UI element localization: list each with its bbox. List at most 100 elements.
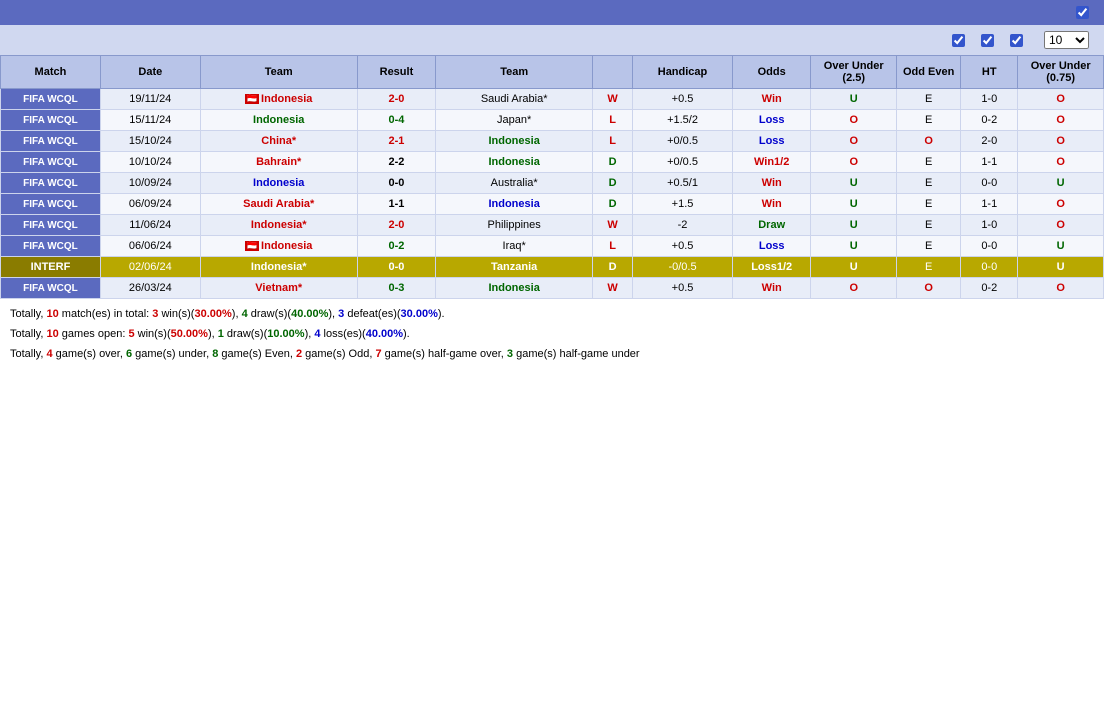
result-cell: 0-4	[357, 110, 435, 131]
team1-cell: Indonesia*	[200, 215, 357, 236]
wdl-cell: L	[593, 110, 633, 131]
table-row: FIFA WCQL15/11/24Indonesia0-4Japan*L+1.5…	[1, 110, 1104, 131]
result-cell: 2-2	[357, 152, 435, 173]
ht-cell: 0-0	[961, 257, 1018, 278]
team2-cell: Indonesia	[436, 278, 593, 299]
wdl-cell: D	[593, 173, 633, 194]
date-cell: 11/06/24	[100, 215, 200, 236]
team2-cell: Indonesia	[436, 152, 593, 173]
wdl-cell: D	[593, 194, 633, 215]
ou075-cell: U	[1018, 236, 1104, 257]
odds-cell: Win	[732, 278, 810, 299]
match-type-cell: FIFA WCQL	[1, 110, 101, 131]
team1-cell: Indonesia	[200, 110, 357, 131]
ou075-cell: O	[1018, 194, 1104, 215]
interf-checkbox[interactable]	[952, 34, 965, 47]
fifa-wcql-checkbox[interactable]	[981, 34, 994, 47]
summary-section: Totally, 10 match(es) in total: 3 win(s)…	[0, 299, 1104, 370]
result-cell: 0-0	[357, 257, 435, 278]
wdl-cell: L	[593, 236, 633, 257]
team1-cell: China*	[200, 131, 357, 152]
interf-filter	[952, 34, 969, 47]
team2-cell: Indonesia	[436, 131, 593, 152]
team2-cell: Japan*	[436, 110, 593, 131]
ht-cell: 0-2	[961, 278, 1018, 299]
wdl-cell: W	[593, 278, 633, 299]
ou075-cell: O	[1018, 152, 1104, 173]
display-notes-checkbox[interactable]	[1076, 6, 1089, 19]
ou075-cell: U	[1018, 173, 1104, 194]
result-cell: 2-1	[357, 131, 435, 152]
odd-even-cell: O	[897, 131, 961, 152]
odds-cell: Loss1/2	[732, 257, 810, 278]
odds-cell: Win1/2	[732, 152, 810, 173]
result-cell: 1-1	[357, 194, 435, 215]
result-cell: 0-0	[357, 173, 435, 194]
odd-even-cell: E	[897, 89, 961, 110]
wdl-cell: D	[593, 257, 633, 278]
col-header-odds: Odds	[732, 56, 810, 89]
ou25-cell: O	[811, 110, 897, 131]
ou25-cell: U	[811, 89, 897, 110]
match-type-cell: FIFA WCQL	[1, 173, 101, 194]
col-header-team1: Team	[200, 56, 357, 89]
ou25-cell: O	[811, 131, 897, 152]
odds-cell: Draw	[732, 215, 810, 236]
games-select[interactable]: 5 10 20 30 50	[1044, 31, 1089, 49]
match-type-cell: FIFA WCQL	[1, 89, 101, 110]
date-cell: 15/10/24	[100, 131, 200, 152]
col-header-oddeven: Odd Even	[897, 56, 961, 89]
asian-cup-checkbox[interactable]	[1010, 34, 1023, 47]
table-row: FIFA WCQL11/06/24Indonesia*2-0Philippine…	[1, 215, 1104, 236]
match-type-cell: FIFA WCQL	[1, 131, 101, 152]
col-header-date: Date	[100, 56, 200, 89]
team2-cell: Tanzania	[436, 257, 593, 278]
team1-cell: Indonesia*	[200, 257, 357, 278]
table-row: FIFA WCQL06/09/24Saudi Arabia*1-1Indones…	[1, 194, 1104, 215]
odd-even-cell: E	[897, 110, 961, 131]
odds-cell: Win	[732, 173, 810, 194]
table-row: INTERF02/06/24Indonesia*0-0TanzaniaD-0/0…	[1, 257, 1104, 278]
match-type-cell: FIFA WCQL	[1, 236, 101, 257]
asian-cup-filter	[1010, 34, 1027, 47]
ht-cell: 1-0	[961, 89, 1018, 110]
handicap-cell: +0.5	[633, 236, 733, 257]
ou075-cell: O	[1018, 89, 1104, 110]
handicap-cell: -2	[633, 215, 733, 236]
date-cell: 26/03/24	[100, 278, 200, 299]
wdl-cell: W	[593, 215, 633, 236]
ht-cell: 1-1	[961, 152, 1018, 173]
team2-cell: Philippines	[436, 215, 593, 236]
date-cell: 06/09/24	[100, 194, 200, 215]
scores-table: Match Date Team Result Team Handicap Odd…	[0, 55, 1104, 299]
ou25-cell: O	[811, 152, 897, 173]
handicap-cell: +0/0.5	[633, 131, 733, 152]
ou25-cell: U	[811, 215, 897, 236]
ou075-cell: O	[1018, 131, 1104, 152]
col-header-ou075: Over Under (0.75)	[1018, 56, 1104, 89]
team2-cell: Indonesia	[436, 194, 593, 215]
fifa-wcql-filter	[981, 34, 998, 47]
table-row: FIFA WCQL15/10/24China*2-1IndonesiaL+0/0…	[1, 131, 1104, 152]
wdl-cell: L	[593, 131, 633, 152]
odd-even-cell: E	[897, 152, 961, 173]
team1-cell: Saudi Arabia*	[200, 194, 357, 215]
match-type-cell: FIFA WCQL	[1, 194, 101, 215]
team1-cell: Indonesia	[200, 173, 357, 194]
handicap-cell: -0/0.5	[633, 257, 733, 278]
handicap-cell: +0.5	[633, 278, 733, 299]
table-row: FIFA WCQL19/11/24🇮🇩Indonesia2-0Saudi Ara…	[1, 89, 1104, 110]
match-type-cell: INTERF	[1, 257, 101, 278]
table-row: FIFA WCQL10/10/24Bahrain*2-2IndonesiaD+0…	[1, 152, 1104, 173]
date-cell: 10/10/24	[100, 152, 200, 173]
display-notes-container	[1076, 6, 1094, 19]
odds-cell: Loss	[732, 131, 810, 152]
odd-even-cell: O	[897, 278, 961, 299]
result-cell: 2-0	[357, 215, 435, 236]
last-games-filter: 5 10 20 30 50	[1039, 31, 1094, 49]
wdl-cell: W	[593, 89, 633, 110]
table-row: FIFA WCQL26/03/24Vietnam*0-3IndonesiaW+0…	[1, 278, 1104, 299]
team1-cell: Bahrain*	[200, 152, 357, 173]
odds-cell: Loss	[732, 236, 810, 257]
odd-even-cell: E	[897, 215, 961, 236]
